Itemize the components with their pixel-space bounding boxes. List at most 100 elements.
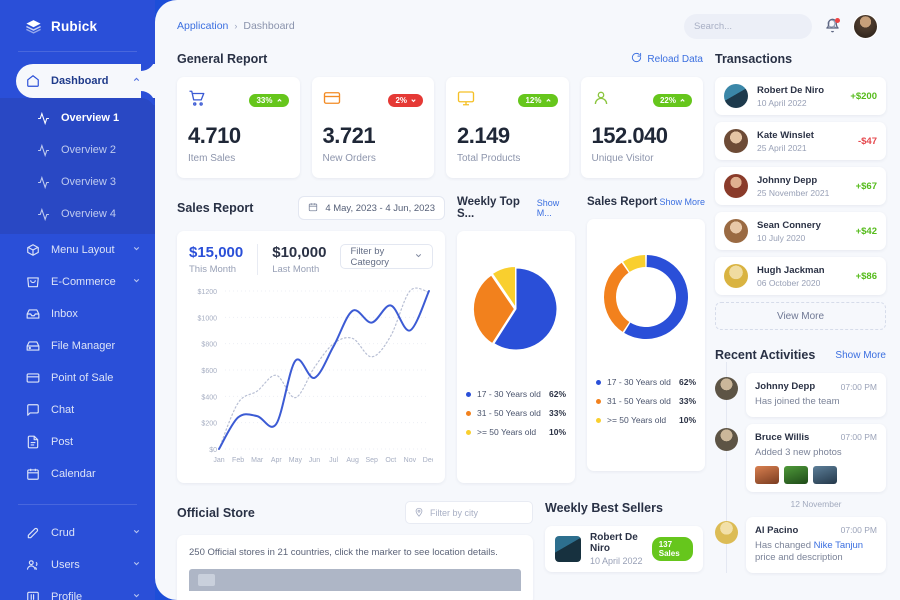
sidebar-item-label: Point of Sale xyxy=(51,372,114,384)
shopping-cart-icon xyxy=(188,89,206,112)
weekly-top-header: Weekly Top S... Show M... xyxy=(457,196,575,220)
brand-name: Rubick xyxy=(51,19,98,34)
list-item[interactable]: Al Pacino 07:00 PM Has changed Nike Tanj… xyxy=(715,516,886,574)
view-more-button[interactable]: View More xyxy=(715,302,886,330)
bottom-row: Official Store Filter by city 250 Offici… xyxy=(177,501,703,600)
official-store-card: 250 Official stores in 21 countries, cli… xyxy=(177,535,533,600)
sidebar-item-dashboard[interactable]: Dashboard xyxy=(16,64,155,98)
list-item[interactable]: Johnny Depp 07:00 PM Has joined the team xyxy=(715,373,886,417)
this-month-value: $15,000 xyxy=(189,244,244,261)
svg-text:Feb: Feb xyxy=(232,457,244,464)
credit-card-icon xyxy=(25,371,40,386)
general-report-header: General Report Reload Data xyxy=(177,52,703,66)
sidebar-item-post[interactable]: Post xyxy=(0,426,155,458)
search-box[interactable] xyxy=(684,13,837,39)
sidebar-item-e-commerce[interactable]: E-Commerce xyxy=(0,266,155,298)
breadcrumb-application[interactable]: Application xyxy=(177,20,228,32)
legend-item: 17 - 30 Years old 62% xyxy=(596,377,696,387)
stat-card-item-sales[interactable]: 33% 4.710 Item Sales xyxy=(177,77,300,178)
content-area: General Report Reload Data 33% 4.710 Ite… xyxy=(155,52,900,600)
sidebar-item-chat[interactable]: Chat xyxy=(0,394,155,426)
stat-label: Item Sales xyxy=(188,153,236,164)
page-title: General Report xyxy=(177,52,268,66)
svg-text:May: May xyxy=(289,457,303,464)
seller-info: Robert De Niro 10 April 2022 xyxy=(590,532,643,566)
right-column: Transactions Robert De Niro 10 April 202… xyxy=(715,52,900,600)
stat-card-total-products[interactable]: 12% 2.149 Total Products xyxy=(446,77,569,178)
sidebar-item-menu-layout[interactable]: Menu Layout xyxy=(0,234,155,266)
activity-icon xyxy=(37,143,50,157)
sidebar-item-calendar[interactable]: Calendar xyxy=(0,458,155,490)
list-item[interactable]: Robert De Niro 10 April 2022 137 Sales xyxy=(545,526,703,572)
list-item[interactable]: Bruce Willis 07:00 PM Added 3 new photos xyxy=(715,423,886,492)
sidebar-item-point-of-sale[interactable]: Point of Sale xyxy=(0,362,155,394)
weekly-top-show-more[interactable]: Show M... xyxy=(537,198,575,218)
date-range-picker[interactable]: 4 May, 2023 - 4 Jun, 2023 xyxy=(298,196,445,220)
avatar[interactable] xyxy=(853,13,878,39)
filter-by-category-select[interactable]: Filter by Category xyxy=(340,244,433,269)
stat-label: Total Products xyxy=(457,153,521,164)
activity-text: Has joined the team xyxy=(755,396,840,407)
sales-report-2-show-more[interactable]: Show More xyxy=(659,197,705,207)
sidebar-item-crud[interactable]: Crud xyxy=(0,517,155,549)
stat-card-new-orders[interactable]: 2% 3.721 New Orders xyxy=(311,77,434,178)
filter-by-city-input[interactable]: Filter by city xyxy=(405,501,533,524)
list-item[interactable]: Kate Winslet 25 April 2021 -$47 xyxy=(715,122,886,160)
activity-photos[interactable] xyxy=(755,465,877,484)
sidebar-item-inbox[interactable]: Inbox xyxy=(0,298,155,330)
sales-report-block: Sales Report 4 May, 2023 - 4 Jun, 2023 $… xyxy=(177,196,445,483)
legend-label: >= 50 Years old xyxy=(477,427,537,437)
search-input[interactable] xyxy=(694,20,826,32)
calendar-icon xyxy=(308,202,318,215)
brand[interactable]: Rubick xyxy=(0,0,155,51)
sales-report-donut-block: Sales Report Show More 17 - 30 Years old… xyxy=(587,196,705,483)
sidebar-item-file-manager[interactable]: File Manager xyxy=(0,330,155,362)
seller-name: Robert De Niro xyxy=(590,532,638,554)
sidebar-subitem-overview-3[interactable]: Overview 3 xyxy=(0,166,155,198)
svg-text:Jul: Jul xyxy=(329,457,338,464)
list-item[interactable]: Hugh Jackman 06 October 2020 +$86 xyxy=(715,257,886,295)
list-item[interactable]: Robert De Niro 10 April 2022 +$200 xyxy=(715,77,886,115)
sidebar-item-label: Post xyxy=(51,436,74,448)
stat-card-unique-visitor[interactable]: 22% 152.040 Unique Visitor xyxy=(580,77,703,178)
topbar: Application › Dashboard xyxy=(155,0,900,52)
svg-text:Oct: Oct xyxy=(385,457,396,464)
donut-chart-card: 17 - 30 Years old 62% 31 - 50 Years old 33… xyxy=(587,219,705,471)
stat-cards: 33% 4.710 Item Sales 2% 3.721 New Orders… xyxy=(177,77,703,178)
sidebar-item-profile[interactable]: Profile xyxy=(0,581,155,600)
product-thumbnail xyxy=(555,536,581,562)
official-store-header: Official Store Filter by city xyxy=(177,501,533,524)
activity-link[interactable]: Nike Tanjun xyxy=(814,540,863,551)
sidebar-item-label: Profile xyxy=(51,591,83,600)
activity-icon xyxy=(37,111,50,125)
bell-icon[interactable] xyxy=(825,18,840,34)
sidebar-item-users[interactable]: Users xyxy=(0,549,155,581)
sidebar-subitem-label: Overview 1 xyxy=(61,112,120,124)
svg-text:$1000: $1000 xyxy=(198,315,218,322)
sidebar-subitem-overview-4[interactable]: Overview 4 xyxy=(0,198,155,230)
svg-text:$1200: $1200 xyxy=(198,289,218,296)
topbar-actions xyxy=(684,13,878,39)
reload-data-label: Reload Data xyxy=(647,53,703,65)
store-map[interactable] xyxy=(189,569,521,591)
sidebar-subitem-overview-1[interactable]: Overview 1 xyxy=(0,102,155,134)
transaction-date: 06 October 2020 xyxy=(757,277,821,288)
weekly-best-sellers-title: Weekly Best Sellers xyxy=(545,501,663,515)
weekly-best-sellers-header: Weekly Best Sellers xyxy=(545,501,703,515)
sales-report-2-title: Sales Report xyxy=(587,196,658,208)
avatar xyxy=(724,264,748,288)
stat-value: 3.721 xyxy=(322,123,376,148)
transactions-header: Transactions xyxy=(715,52,886,66)
svg-text:Mar: Mar xyxy=(251,457,264,464)
stat-label: New Orders xyxy=(322,153,376,164)
legend-label: 31 - 50 Years old xyxy=(607,396,671,406)
sidebar-item-label: Dashboard xyxy=(51,75,109,87)
legend-value: 10% xyxy=(548,427,566,437)
users-icon xyxy=(25,558,40,573)
reload-data-button[interactable]: Reload Data xyxy=(631,52,703,66)
list-item[interactable]: Johnny Depp 25 November 2021 +$67 xyxy=(715,167,886,205)
list-item[interactable]: Sean Connery 10 July 2020 +$42 xyxy=(715,212,886,250)
sidebar-subitem-overview-2[interactable]: Overview 2 xyxy=(0,134,155,166)
recent-activities-show-more[interactable]: Show More xyxy=(835,350,886,361)
transaction-amount: +$86 xyxy=(855,270,877,282)
